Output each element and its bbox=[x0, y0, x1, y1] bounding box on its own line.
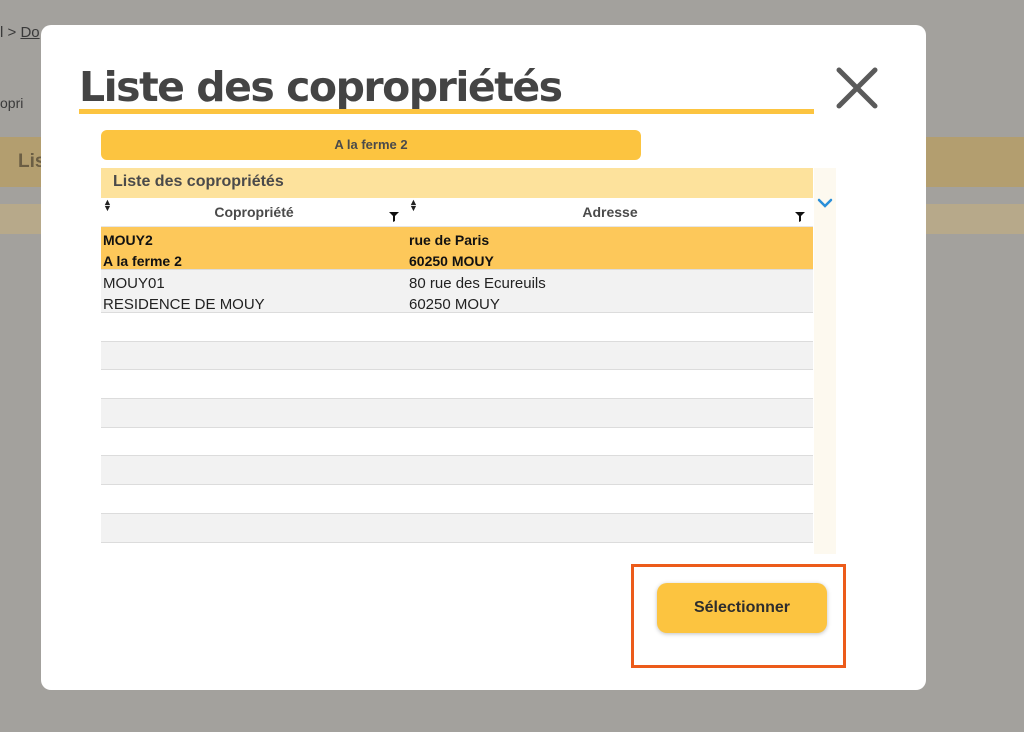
table-scrollbar[interactable] bbox=[814, 168, 836, 554]
table-row[interactable]: MOUY01 RESIDENCE DE MOUY 80 rue des Ecur… bbox=[101, 270, 813, 313]
column-label: Copropriété bbox=[214, 204, 294, 220]
copro-name: A la ferme 2 bbox=[103, 253, 182, 269]
copro-name: RESIDENCE DE MOUY bbox=[103, 296, 265, 313]
copropriete-cell: MOUY01 RESIDENCE DE MOUY bbox=[101, 270, 407, 313]
copro-code: MOUY01 bbox=[103, 275, 165, 292]
copro-modal: Liste des copropriétés A la ferme 2 List… bbox=[41, 25, 926, 690]
column-header-copropriete[interactable]: ▲ ▼ Copropriété bbox=[101, 198, 407, 226]
close-icon[interactable] bbox=[834, 65, 880, 111]
filter-icon[interactable] bbox=[389, 212, 399, 222]
copropriete-cell: MOUY2 A la ferme 2 bbox=[101, 227, 407, 269]
breadcrumb-separator: l > bbox=[0, 24, 17, 41]
copro-table: Liste des copropriétés ▲ ▼ Copropriété ▲ ▼… bbox=[101, 168, 813, 554]
breadcrumb-link[interactable]: Do bbox=[20, 24, 39, 41]
empty-row bbox=[101, 542, 813, 554]
copro-code: MOUY2 bbox=[103, 232, 153, 248]
address-street: rue de Paris bbox=[409, 232, 490, 248]
address-city: 60250 MOUY bbox=[409, 253, 494, 269]
selected-copro-pill: A la ferme 2 bbox=[101, 130, 641, 160]
column-header-adresse[interactable]: ▲ ▼ Adresse bbox=[407, 198, 813, 226]
select-button[interactable]: Sélectionner bbox=[657, 583, 827, 633]
chevron-down-icon[interactable] bbox=[817, 198, 833, 208]
address-street: 80 rue des Ecureuils bbox=[409, 275, 546, 292]
empty-row bbox=[101, 341, 813, 371]
sort-icon[interactable]: ▲ ▼ bbox=[409, 198, 418, 213]
address-city: 60250 MOUY bbox=[409, 296, 500, 313]
empty-row bbox=[101, 456, 813, 486]
column-label: Adresse bbox=[582, 204, 638, 220]
empty-row bbox=[101, 485, 813, 514]
table-header-row: ▲ ▼ Copropriété ▲ ▼ Adresse bbox=[101, 198, 813, 227]
empty-row bbox=[101, 399, 813, 428]
modal-title: Liste des copropriétés bbox=[79, 63, 563, 111]
empty-row bbox=[101, 513, 813, 543]
empty-row bbox=[101, 427, 813, 457]
empty-row bbox=[101, 313, 813, 342]
table-caption: Liste des copropriétés bbox=[101, 168, 813, 198]
empty-row bbox=[101, 370, 813, 400]
filter-icon[interactable] bbox=[795, 212, 805, 222]
table-row[interactable]: MOUY2 A la ferme 2 rue de Paris 60250 MO… bbox=[101, 227, 813, 270]
title-underline bbox=[79, 109, 814, 114]
background-subtitle: opri bbox=[0, 95, 24, 111]
sort-icon[interactable]: ▲ ▼ bbox=[103, 198, 112, 213]
background-breadcrumb: l > Do bbox=[0, 24, 40, 41]
adresse-cell: 80 rue des Ecureuils 60250 MOUY bbox=[407, 270, 813, 313]
adresse-cell: rue de Paris 60250 MOUY bbox=[407, 227, 813, 269]
